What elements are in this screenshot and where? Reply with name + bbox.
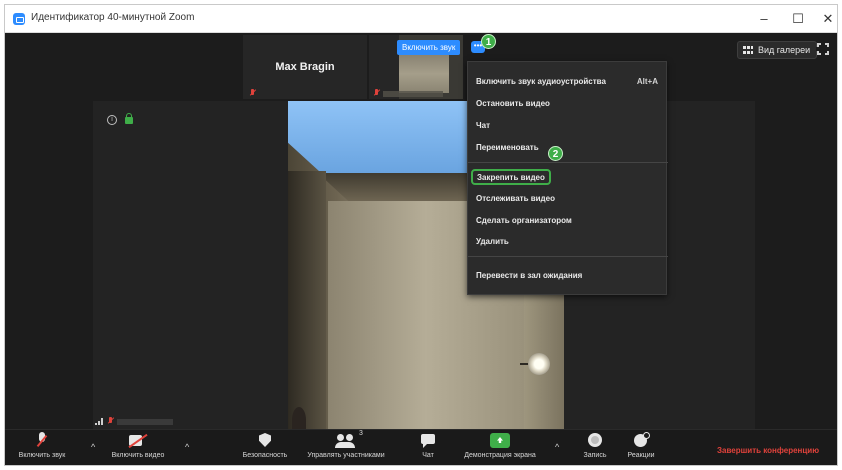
menu-item-chat[interactable]: Чат [468,116,668,136]
window-title: Идентификатор 40-минутной Zoom [31,12,195,23]
left-wall [288,171,326,433]
menu-item-spotlight-video[interactable]: Отслеживать видео [468,189,668,209]
wall-lamp [528,353,550,375]
menu-item-label: Сделать организатором [476,216,572,225]
menu-item-label: Чат [476,121,490,130]
menu-separator [468,256,668,257]
video-off-icon [127,432,149,450]
share-screen-button[interactable]: Демонстрация экрана [457,432,543,459]
menu-item-unmute-audio[interactable]: Включить звук аудиоустройства Alt+A [468,72,668,92]
mic-muted-icon [34,432,50,450]
signal-icon [95,417,105,425]
step-badge-2: 2 [548,146,563,161]
gallery-view-label: Вид галереи [758,45,811,55]
lock-icon[interactable] [125,113,133,124]
zoom-app-icon [13,13,25,25]
start-video-button[interactable]: Включить видео [103,432,173,459]
record-label: Запись [583,452,607,459]
audio-options-caret[interactable]: ^ [91,442,95,452]
security-button[interactable]: Безопасность [235,432,295,459]
close-button[interactable]: ✕ [817,9,837,29]
step-badge-1: 1 [481,34,496,49]
chat-label: Чат [422,452,434,459]
menu-item-make-host[interactable]: Сделать организатором [468,211,668,231]
fullscreen-icon[interactable] [816,42,830,56]
security-label: Безопасность [242,452,288,459]
video-options-caret[interactable]: ^ [185,442,189,452]
grid-icon [743,46,753,55]
unmute-button[interactable]: Включить звук [9,432,75,459]
menu-item-shortcut: Alt+A [636,77,658,86]
title-bar: Идентификатор 40-минутной Zoom – ☐ ✕ [5,5,837,33]
reactions-label: Реакции [627,452,655,459]
participants-label: Управлять участниками [307,452,385,459]
menu-separator [468,162,668,163]
participant-name: Max Bragin [275,61,335,73]
menu-item-label: Включить звук аудиоустройства [476,77,606,86]
speaker-name-bar [117,419,173,425]
start-video-label: Включить видео [111,452,165,459]
shield-icon [258,432,272,450]
menu-item-label: Закрепить видео [471,169,551,185]
menu-item-label: Удалить [476,237,509,246]
chat-button[interactable]: Чат [413,432,443,459]
mic-muted-icon [373,89,379,97]
menu-item-rename[interactable]: Переименовать [468,138,668,158]
reactions-button[interactable]: Реакции [619,432,663,459]
meeting-area: Вид галереи Max Bragin Включить звук •••… [5,33,837,433]
minimize-button[interactable]: – [753,9,775,29]
mic-muted-icon [249,89,255,97]
menu-item-stop-video[interactable]: Остановить видео [468,94,668,114]
menu-item-label: Отслеживать видео [476,194,555,203]
menu-item-label: Остановить видео [476,99,550,108]
participants-count: 3 [359,430,363,437]
menu-item-label: Перевести в зал ожидания [476,271,583,280]
record-icon [587,432,603,450]
gallery-view-button[interactable]: Вид галереи [737,41,818,59]
share-options-caret[interactable]: ^ [555,442,559,452]
info-icon[interactable]: i [107,115,117,125]
unmute-label: Включить звук [18,452,66,459]
participants-icon: 3 [335,430,363,450]
zoom-window: Идентификатор 40-минутной Zoom – ☐ ✕ Вид… [4,4,838,466]
menu-item-remove[interactable]: Удалить [468,232,668,252]
participants-button[interactable]: 3 Управлять участниками [297,430,395,459]
maximize-button[interactable]: ☐ [787,9,809,29]
reactions-icon [633,432,650,450]
unmute-tooltip[interactable]: Включить звук [397,40,461,55]
participant-thumbnail[interactable]: Max Bragin [243,35,367,99]
record-button[interactable]: Запись [575,432,615,459]
meeting-toolbar: Включить звук ^ Включить видео ^ Безопас… [5,429,837,465]
end-meeting-button[interactable]: Завершить конференцию [717,446,819,455]
mic-muted-icon [107,417,113,425]
participant-context-menu: Включить звук аудиоустройства Alt+A Оста… [467,61,668,295]
share-screen-icon [490,432,510,450]
participant-name-bar [383,91,443,97]
chat-icon [420,432,436,450]
menu-item-waiting-room[interactable]: Перевести в зал ожидания [468,266,668,286]
share-screen-label: Демонстрация экрана [464,452,536,459]
menu-item-label: Переименовать [476,143,539,152]
menu-item-pin-video[interactable]: Закрепить видео [468,168,668,188]
